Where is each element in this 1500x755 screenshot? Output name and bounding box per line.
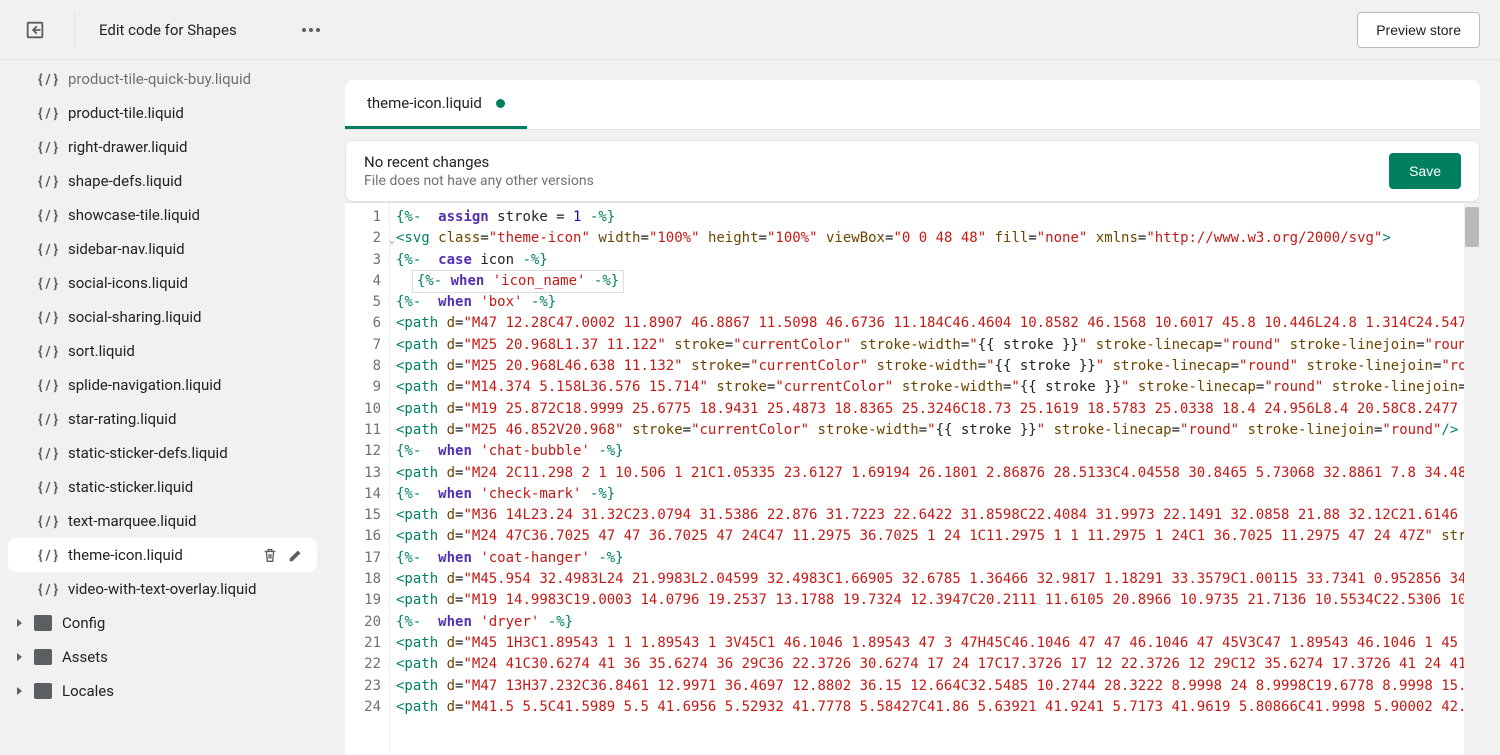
file-explorer: { / }product-tile-quick-buy.liquid{ / }p… xyxy=(0,60,325,755)
liquid-file-icon: { / } xyxy=(38,239,58,259)
file-item-sidebar-nav-liquid[interactable]: { / }sidebar-nav.liquid xyxy=(8,232,317,266)
svg-text:{ / }: { / } xyxy=(38,72,58,88)
svg-text:{ / }: { / } xyxy=(38,548,58,564)
liquid-file-icon: { / } xyxy=(38,103,58,123)
svg-text:{ / }: { / } xyxy=(38,378,58,394)
folder-icon xyxy=(34,649,52,665)
file-item-shape-defs-liquid[interactable]: { / }shape-defs.liquid xyxy=(8,164,317,198)
file-item-sort-liquid[interactable]: { / }sort.liquid xyxy=(8,334,317,368)
status-sub: File does not have any other versions xyxy=(364,173,594,189)
svg-text:{ / }: { / } xyxy=(38,208,58,224)
folder-icon xyxy=(34,683,52,699)
fold-icon[interactable]: ⌄ xyxy=(389,230,395,251)
file-item-product-tile-liquid[interactable]: { / }product-tile.liquid xyxy=(8,96,317,130)
svg-text:{ / }: { / } xyxy=(38,446,58,462)
folder-assets[interactable]: Assets xyxy=(0,640,325,674)
liquid-file-icon: { / } xyxy=(38,477,58,497)
liquid-file-icon: { / } xyxy=(38,511,58,531)
svg-text:{ / }: { / } xyxy=(38,412,58,428)
save-button[interactable]: Save xyxy=(1389,153,1461,189)
file-item-static-sticker-liquid[interactable]: { / }static-sticker.liquid xyxy=(8,470,317,504)
file-item-text-marquee-liquid[interactable]: { / }text-marquee.liquid xyxy=(8,504,317,538)
delete-icon[interactable] xyxy=(261,546,279,564)
file-item-static-sticker-defs-liquid[interactable]: { / }static-sticker-defs.liquid xyxy=(8,436,317,470)
liquid-file-icon: { / } xyxy=(38,69,58,89)
liquid-file-icon: { / } xyxy=(38,341,58,361)
svg-text:{ / }: { / } xyxy=(38,582,58,598)
file-item-showcase-tile-liquid[interactable]: { / }showcase-tile.liquid xyxy=(8,198,317,232)
file-item-product-tile-quick-buy-liquid[interactable]: { / }product-tile-quick-buy.liquid xyxy=(8,62,317,96)
file-item-star-rating-liquid[interactable]: { / }star-rating.liquid xyxy=(8,402,317,436)
svg-text:{ / }: { / } xyxy=(38,310,58,326)
status-main: No recent changes xyxy=(364,153,594,171)
exit-button[interactable] xyxy=(20,15,50,45)
svg-text:{ / }: { / } xyxy=(38,344,58,360)
svg-text:{ / }: { / } xyxy=(38,106,58,122)
caret-right-icon xyxy=(16,618,26,628)
liquid-file-icon: { / } xyxy=(38,307,58,327)
file-item-social-icons-liquid[interactable]: { / }social-icons.liquid xyxy=(8,266,317,300)
file-item-right-drawer-liquid[interactable]: { / }right-drawer.liquid xyxy=(8,130,317,164)
file-item-video-with-text-overlay-liquid[interactable]: { / }video-with-text-overlay.liquid xyxy=(8,572,317,606)
editor-scrollbar[interactable] xyxy=(1464,203,1480,755)
tab-theme-icon[interactable]: theme-icon.liquid xyxy=(345,80,527,129)
folder-locales[interactable]: Locales xyxy=(0,674,325,708)
liquid-file-icon: { / } xyxy=(38,171,58,191)
unsaved-indicator-icon xyxy=(496,99,505,108)
liquid-file-icon: { / } xyxy=(38,579,58,599)
file-item-theme-icon-liquid[interactable]: { / }theme-icon.liquid xyxy=(8,538,317,572)
divider xyxy=(74,12,75,48)
liquid-file-icon: { / } xyxy=(38,409,58,429)
file-item-social-sharing-liquid[interactable]: { / }social-sharing.liquid xyxy=(8,300,317,334)
svg-text:{ / }: { / } xyxy=(38,276,58,292)
more-menu-button[interactable] xyxy=(302,28,320,32)
caret-right-icon xyxy=(16,686,26,696)
caret-right-icon xyxy=(16,652,26,662)
folder-config[interactable]: Config xyxy=(0,606,325,640)
liquid-file-icon: { / } xyxy=(38,375,58,395)
edit-icon[interactable] xyxy=(287,546,305,564)
svg-text:{ / }: { / } xyxy=(38,174,58,190)
code-editor[interactable]: 12⌄3456789101112131415161718192021222324… xyxy=(345,202,1480,755)
svg-text:{ / }: { / } xyxy=(38,140,58,156)
svg-text:{ / }: { / } xyxy=(38,514,58,530)
svg-text:{ / }: { / } xyxy=(38,242,58,258)
page-title: Edit code for Shapes xyxy=(99,21,237,39)
folder-icon xyxy=(34,615,52,631)
liquid-file-icon: { / } xyxy=(38,443,58,463)
liquid-file-icon: { / } xyxy=(38,545,58,565)
liquid-file-icon: { / } xyxy=(38,273,58,293)
svg-text:{ / }: { / } xyxy=(38,480,58,496)
editor-tabs: theme-icon.liquid xyxy=(345,80,1480,130)
preview-store-button[interactable]: Preview store xyxy=(1357,12,1480,48)
liquid-file-icon: { / } xyxy=(38,137,58,157)
liquid-file-icon: { / } xyxy=(38,205,58,225)
file-item-splide-navigation-liquid[interactable]: { / }splide-navigation.liquid xyxy=(8,368,317,402)
